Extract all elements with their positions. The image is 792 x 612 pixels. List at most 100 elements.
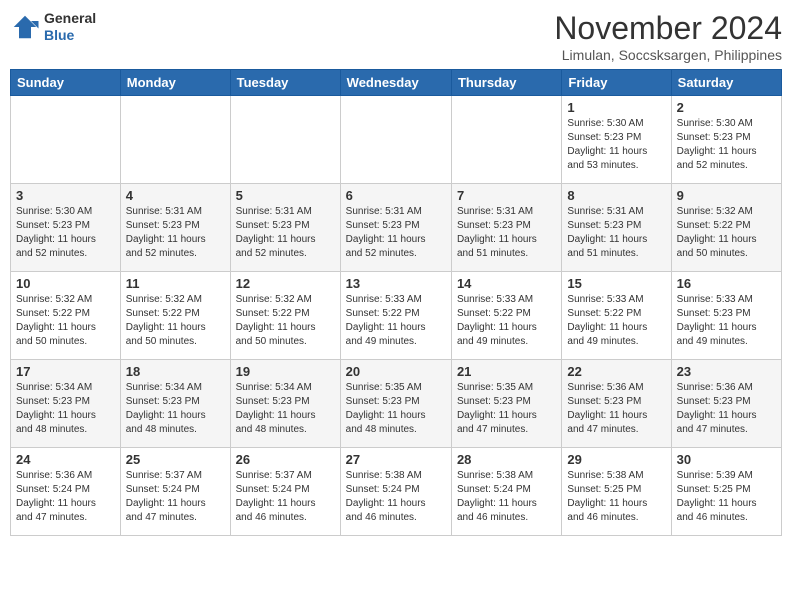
day-number: 13 (346, 276, 446, 291)
day-number: 20 (346, 364, 446, 379)
day-info: Sunrise: 5:39 AM Sunset: 5:25 PM Dayligh… (677, 469, 776, 525)
day-cell: 22Sunrise: 5:36 AM Sunset: 5:23 PM Dayli… (562, 360, 671, 448)
day-number: 17 (16, 364, 115, 379)
page: General Blue November 2024 Limulan, Socc… (0, 0, 792, 546)
day-header-wednesday: Wednesday (340, 70, 451, 96)
day-number: 5 (236, 188, 335, 203)
day-cell: 21 Sunrise: 5:35 AM Sunset: 5:23 PM Dayli… (451, 360, 561, 448)
day-header-sunday: Sunday (11, 70, 121, 96)
day-info: Sunrise: 5:34 AM Sunset: 5:23 PM Dayligh… (16, 381, 115, 437)
day-info: Sunrise: 5:31 AM Sunset: 5:23 PM Dayligh… (236, 205, 335, 261)
day-number: 27 (346, 452, 446, 467)
day-number: 16 (677, 276, 776, 291)
day-number: 1 (567, 100, 665, 115)
day-info: Sunrise: 5:37 AM Sunset: 5:24 PM Dayligh… (126, 469, 225, 525)
day-info: Sunrise: 5:31 AM Sunset: 5:23 PM Dayligh… (346, 205, 446, 261)
day-cell: 4 Sunrise: 5:31 AM Sunset: 5:23 PM Daylig… (120, 184, 230, 272)
day-cell (230, 96, 340, 184)
day-info: Sunrise: 5:33 AM Sunset: 5:22 PM Dayligh… (346, 293, 446, 349)
day-cell: 29 Sunrise: 5:38 AM Sunset: 5:25 PM Dayli… (562, 448, 671, 536)
day-number: 30 (677, 452, 776, 467)
day-cell: 16 Sunrise: 5:33 AM Sunset: 5:23 PM Dayli… (671, 272, 781, 360)
day-info: Sunrise: 5:32 AM Sunset: 5:22 PM Dayligh… (16, 293, 115, 349)
day-cell (451, 96, 561, 184)
month-title: November 2024 (554, 10, 782, 47)
day-header-tuesday: Tuesday (230, 70, 340, 96)
day-info: Sunrise: 5:34 AM Sunset: 5:23 PM Dayligh… (126, 381, 225, 437)
day-number: 18 (126, 364, 225, 379)
day-info: Sunrise: 5:38 AM Sunset: 5:24 PM Dayligh… (457, 469, 556, 525)
day-info: Sunrise: 5:36 AM Sunset: 5:23 PM Dayligh… (677, 381, 776, 437)
day-number: 12 (236, 276, 335, 291)
week-row-5: 24Sunrise: 5:36 AM Sunset: 5:24 PM Dayli… (11, 448, 782, 536)
week-row-2: 3Sunrise: 5:30 AM Sunset: 5:23 PM Daylig… (11, 184, 782, 272)
day-cell: 3Sunrise: 5:30 AM Sunset: 5:23 PM Daylig… (11, 184, 121, 272)
day-info: Sunrise: 5:33 AM Sunset: 5:22 PM Dayligh… (457, 293, 556, 349)
day-info: Sunrise: 5:38 AM Sunset: 5:25 PM Dayligh… (567, 469, 665, 525)
day-info: Sunrise: 5:31 AM Sunset: 5:23 PM Dayligh… (126, 205, 225, 261)
day-info: Sunrise: 5:33 AM Sunset: 5:22 PM Dayligh… (567, 293, 665, 349)
day-info: Sunrise: 5:31 AM Sunset: 5:23 PM Dayligh… (567, 205, 665, 261)
logo-text: General Blue (44, 10, 96, 44)
title-block: November 2024 Limulan, Soccsksargen, Phi… (554, 10, 782, 63)
day-cell: 9Sunrise: 5:32 AM Sunset: 5:22 PM Daylig… (671, 184, 781, 272)
day-info: Sunrise: 5:30 AM Sunset: 5:23 PM Dayligh… (16, 205, 115, 261)
day-cell: 10Sunrise: 5:32 AM Sunset: 5:22 PM Dayli… (11, 272, 121, 360)
day-info: Sunrise: 5:35 AM Sunset: 5:23 PM Dayligh… (457, 381, 556, 437)
day-cell: 27 Sunrise: 5:38 AM Sunset: 5:24 PM Dayli… (340, 448, 451, 536)
day-number: 8 (567, 188, 665, 203)
day-info: Sunrise: 5:37 AM Sunset: 5:24 PM Dayligh… (236, 469, 335, 525)
header: General Blue November 2024 Limulan, Socc… (10, 10, 782, 63)
day-number: 25 (126, 452, 225, 467)
day-cell: 20 Sunrise: 5:35 AM Sunset: 5:23 PM Dayli… (340, 360, 451, 448)
day-cell: 30 Sunrise: 5:39 AM Sunset: 5:25 PM Dayli… (671, 448, 781, 536)
day-number: 21 (457, 364, 556, 379)
day-info: Sunrise: 5:31 AM Sunset: 5:23 PM Dayligh… (457, 205, 556, 261)
header-row: SundayMondayTuesdayWednesdayThursdayFrid… (11, 70, 782, 96)
day-number: 26 (236, 452, 335, 467)
day-number: 7 (457, 188, 556, 203)
day-cell: 8 Sunrise: 5:31 AM Sunset: 5:23 PM Daylig… (562, 184, 671, 272)
day-cell: 28Sunrise: 5:38 AM Sunset: 5:24 PM Dayli… (451, 448, 561, 536)
day-number: 4 (126, 188, 225, 203)
day-info: Sunrise: 5:32 AM Sunset: 5:22 PM Dayligh… (126, 293, 225, 349)
day-number: 11 (126, 276, 225, 291)
day-number: 2 (677, 100, 776, 115)
day-number: 15 (567, 276, 665, 291)
day-cell: 25 Sunrise: 5:37 AM Sunset: 5:24 PM Dayli… (120, 448, 230, 536)
calendar: SundayMondayTuesdayWednesdayThursdayFrid… (10, 69, 782, 536)
week-row-4: 17 Sunrise: 5:34 AM Sunset: 5:23 PM Dayli… (11, 360, 782, 448)
day-number: 6 (346, 188, 446, 203)
day-number: 24 (16, 452, 115, 467)
day-cell: 1 Sunrise: 5:30 AM Sunset: 5:23 PM Daylig… (562, 96, 671, 184)
day-cell: 17 Sunrise: 5:34 AM Sunset: 5:23 PM Dayli… (11, 360, 121, 448)
day-cell: 6 Sunrise: 5:31 AM Sunset: 5:23 PM Daylig… (340, 184, 451, 272)
day-info: Sunrise: 5:32 AM Sunset: 5:22 PM Dayligh… (677, 205, 776, 261)
day-cell: 12Sunrise: 5:32 AM Sunset: 5:22 PM Dayli… (230, 272, 340, 360)
day-cell: 11 Sunrise: 5:32 AM Sunset: 5:22 PM Dayli… (120, 272, 230, 360)
day-cell: 18 Sunrise: 5:34 AM Sunset: 5:23 PM Dayli… (120, 360, 230, 448)
week-row-1: 1 Sunrise: 5:30 AM Sunset: 5:23 PM Daylig… (11, 96, 782, 184)
day-header-saturday: Saturday (671, 70, 781, 96)
logo: General Blue (10, 10, 96, 44)
day-cell: 14Sunrise: 5:33 AM Sunset: 5:22 PM Dayli… (451, 272, 561, 360)
day-header-thursday: Thursday (451, 70, 561, 96)
day-info: Sunrise: 5:38 AM Sunset: 5:24 PM Dayligh… (346, 469, 446, 525)
day-info: Sunrise: 5:36 AM Sunset: 5:23 PM Dayligh… (567, 381, 665, 437)
day-info: Sunrise: 5:33 AM Sunset: 5:23 PM Dayligh… (677, 293, 776, 349)
day-cell (340, 96, 451, 184)
day-cell (11, 96, 121, 184)
day-cell: 5 Sunrise: 5:31 AM Sunset: 5:23 PM Daylig… (230, 184, 340, 272)
day-cell: 19Sunrise: 5:34 AM Sunset: 5:23 PM Dayli… (230, 360, 340, 448)
day-info: Sunrise: 5:30 AM Sunset: 5:23 PM Dayligh… (567, 117, 665, 173)
day-header-friday: Friday (562, 70, 671, 96)
day-number: 29 (567, 452, 665, 467)
day-info: Sunrise: 5:35 AM Sunset: 5:23 PM Dayligh… (346, 381, 446, 437)
location: Limulan, Soccsksargen, Philippines (554, 47, 782, 63)
day-number: 19 (236, 364, 335, 379)
day-cell: 26 Sunrise: 5:37 AM Sunset: 5:24 PM Dayli… (230, 448, 340, 536)
logo-general: General (44, 10, 96, 27)
day-number: 23 (677, 364, 776, 379)
day-info: Sunrise: 5:30 AM Sunset: 5:23 PM Dayligh… (677, 117, 776, 173)
day-cell: 24Sunrise: 5:36 AM Sunset: 5:24 PM Dayli… (11, 448, 121, 536)
